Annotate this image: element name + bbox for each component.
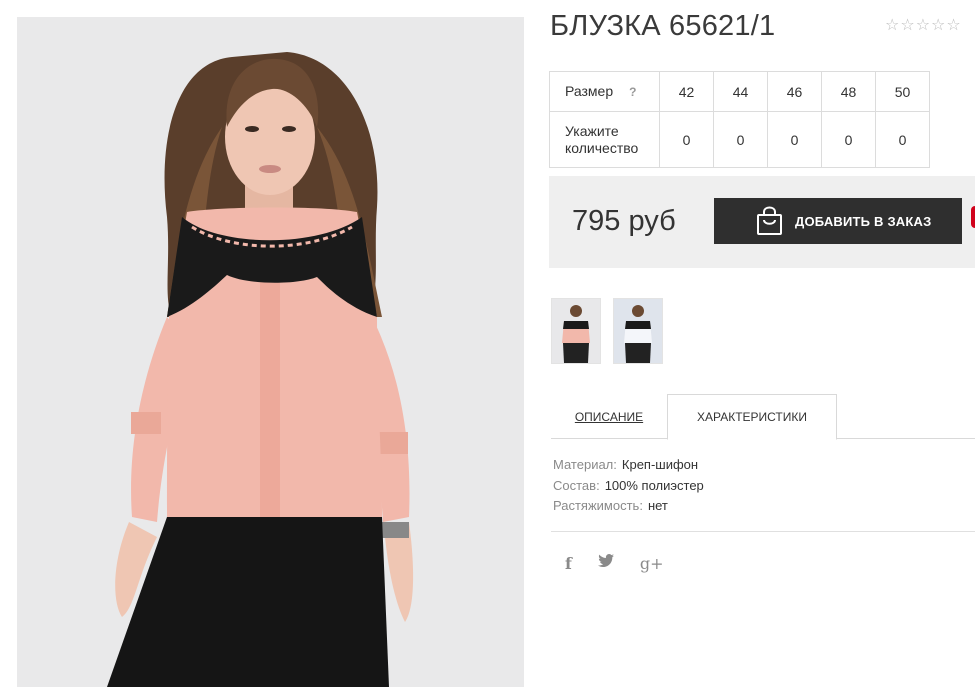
tab-characteristics[interactable]: ХАРАКТЕРИСТИКИ [667,394,837,440]
size-row: Размер? 42 44 46 48 50 [549,71,930,112]
buy-box: 795 руб ДОБАВИТЬ В ЗАКАЗ [549,176,975,268]
tab-description[interactable]: ОПИСАНИЕ [551,394,667,439]
thumbnail-white[interactable] [613,298,663,364]
star-icon[interactable]: ☆ [931,18,945,34]
product-photo[interactable] [17,17,524,687]
quantity-input[interactable]: 0 [821,111,876,168]
quantity-input[interactable]: 0 [875,111,930,168]
quantity-input[interactable]: 0 [659,111,714,168]
google-plus-icon[interactable]: g+ [640,554,664,573]
spec-row: Состав: 100% полиэстер [553,476,704,497]
spec-key: Растяжимость: [553,498,643,513]
size-value: 46 [767,71,822,112]
divider [551,531,975,532]
price: 795 руб [572,205,676,237]
spec-row: Растяжимость: нет [553,496,704,517]
social-share: f g+ [565,554,664,573]
size-table: Размер? 42 44 46 48 50 Укажите количеств… [549,71,930,168]
product-title: БЛУЗКА 65621/1 [550,10,776,42]
help-icon[interactable]: ? [629,84,636,101]
add-to-order-button[interactable]: ДОБАВИТЬ В ЗАКАЗ [714,198,962,244]
quantity-row: Укажите количество 0 0 0 0 0 [549,111,930,168]
spec-value: нет [647,498,668,513]
size-label: Размер [565,82,614,99]
quantity-input[interactable]: 0 [767,111,822,168]
spec-value: 100% полиэстер [604,477,704,493]
size-label-cell: Размер? [549,71,660,112]
spec-key: Состав: [553,477,600,493]
spec-key: Материал: [553,457,617,472]
facebook-icon[interactable]: f [565,554,572,573]
specs-list: Материал: Креп-шифон Состав: 100% полиэсте… [553,455,704,517]
spec-row: Материал: Креп-шифон [553,455,704,476]
star-icon[interactable]: ☆ [916,18,930,34]
quantity-input[interactable]: 0 [713,111,768,168]
star-icon[interactable]: ☆ [900,18,914,34]
star-icon[interactable]: ☆ [885,18,899,34]
product-tabs: ОПИСАНИЕ ХАРАКТЕРИСТИКИ [551,394,975,440]
thumbnail-pink[interactable] [551,298,601,364]
shopping-bag-icon [757,206,782,235]
star-icon[interactable]: ☆ [946,18,960,34]
twitter-icon[interactable] [597,554,614,573]
size-value: 44 [713,71,768,112]
spec-value: Креп-шифон [621,457,699,472]
side-tab-edge[interactable] [971,206,975,228]
add-to-order-label: ДОБАВИТЬ В ЗАКАЗ [795,213,932,229]
rating-stars[interactable]: ☆ ☆ ☆ ☆ ☆ [885,18,961,34]
size-value: 42 [659,71,714,112]
quantity-label: Укажите количество [549,111,660,168]
size-value: 48 [821,71,876,112]
size-value: 50 [875,71,930,112]
